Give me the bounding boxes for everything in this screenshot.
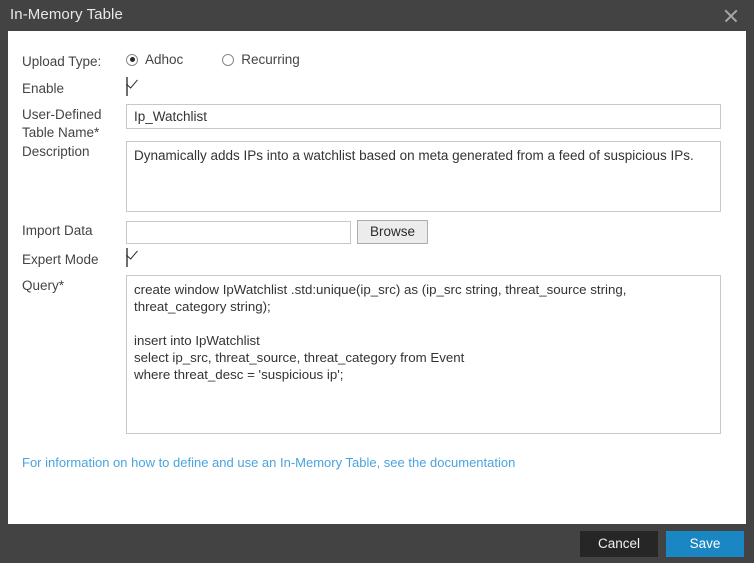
table-name-input[interactable] [126, 104, 721, 129]
radio-icon-adhoc[interactable] [126, 54, 138, 66]
field-upload-type: Adhoc Recurring [126, 51, 746, 67]
row-expert-mode: Expert Mode [22, 249, 746, 275]
query-textarea[interactable]: create window IpWatchlist .std:unique(ip… [126, 275, 721, 434]
label-expert-mode: Expert Mode [22, 249, 126, 269]
field-expert-mode [126, 249, 746, 267]
row-upload-type: Upload Type: Adhoc Recurring [22, 51, 746, 78]
field-description: Dynamically adds IPs into a watchlist ba… [126, 141, 746, 212]
dialog-content: Upload Type: Adhoc Recurring [8, 31, 746, 524]
in-memory-table-form: Upload Type: Adhoc Recurring [8, 51, 746, 441]
radio-option-recurring[interactable]: Recurring [222, 52, 300, 67]
label-table-name: User-Defined Table Name* [22, 104, 126, 142]
row-import-data: Import Data Browse [22, 220, 746, 249]
doc-link-row: For information on how to define and use… [8, 454, 746, 472]
label-upload-type: Upload Type: [22, 51, 126, 71]
label-enable: Enable [22, 78, 126, 98]
import-data-line: Browse [126, 220, 746, 244]
enable-checkbox[interactable] [126, 77, 128, 96]
upload-type-radio-group: Adhoc Recurring [126, 51, 746, 67]
row-table-name: User-Defined Table Name* [22, 104, 746, 141]
documentation-link[interactable]: For information on how to define and use… [22, 455, 515, 470]
dialog-body-wrap: Upload Type: Adhoc Recurring [0, 31, 754, 524]
field-table-name [126, 104, 746, 129]
dialog-footer: Cancel Save [0, 524, 754, 563]
radio-icon-recurring[interactable] [222, 54, 234, 66]
label-table-name-line1: User-Defined [22, 106, 126, 124]
radio-label-recurring: Recurring [241, 52, 300, 67]
browse-button[interactable]: Browse [357, 220, 428, 244]
close-icon[interactable] [722, 7, 740, 25]
description-textarea[interactable]: Dynamically adds IPs into a watchlist ba… [126, 141, 721, 212]
row-query: Query* create window IpWatchlist .std:un… [22, 275, 746, 441]
row-enable: Enable [22, 78, 746, 104]
in-memory-table-dialog: In-Memory Table Upload Type: Adhoc [0, 0, 754, 563]
dialog-titlebar: In-Memory Table [0, 0, 754, 31]
save-button[interactable]: Save [666, 531, 744, 557]
field-query: create window IpWatchlist .std:unique(ip… [126, 275, 746, 434]
field-enable [126, 78, 746, 96]
label-table-name-line2: Table Name* [22, 124, 126, 142]
row-description: Description Dynamically adds IPs into a … [22, 141, 746, 220]
import-data-input[interactable] [126, 221, 351, 244]
label-description: Description [22, 141, 126, 161]
label-import-data: Import Data [22, 220, 126, 240]
dialog-title: In-Memory Table [10, 7, 123, 24]
expert-mode-checkbox[interactable] [126, 248, 128, 267]
field-import-data: Browse [126, 220, 746, 244]
label-query: Query* [22, 275, 126, 295]
cancel-button[interactable]: Cancel [580, 531, 658, 557]
radio-option-adhoc[interactable]: Adhoc [126, 52, 183, 67]
radio-label-adhoc: Adhoc [145, 52, 183, 67]
